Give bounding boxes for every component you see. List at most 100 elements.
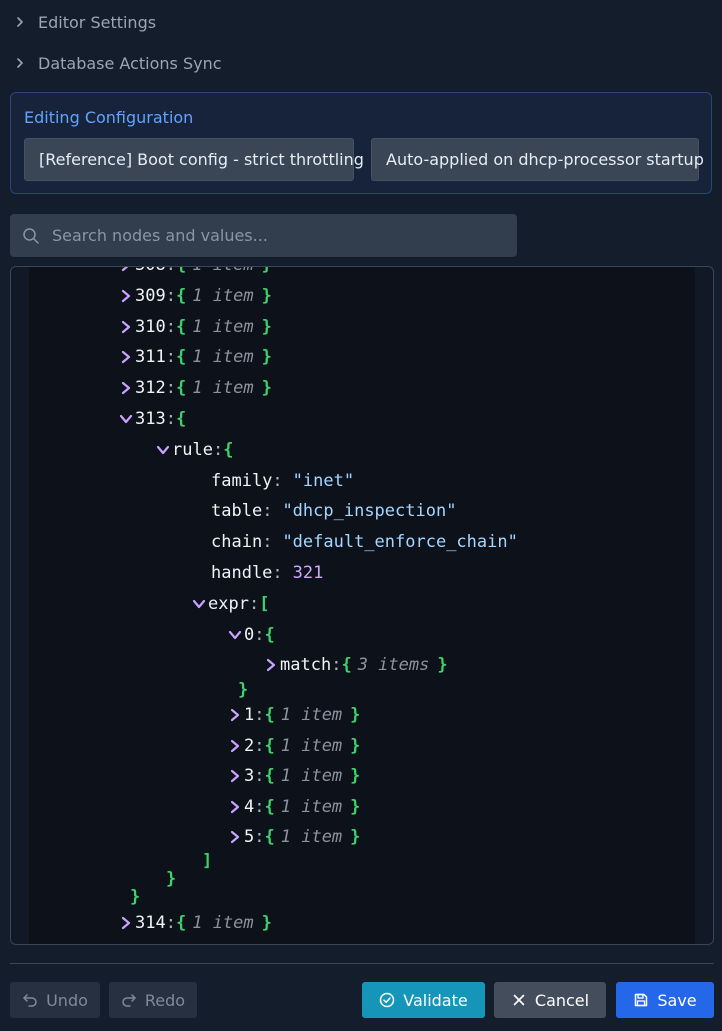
node-colon: : (166, 267, 176, 277)
chevron-down-icon[interactable] (192, 597, 206, 611)
chevron-right-icon[interactable] (119, 289, 133, 303)
search-input[interactable] (50, 225, 494, 246)
save-button[interactable]: Save (616, 982, 714, 1018)
tree-node-311[interactable]: 311:{1 item} (119, 345, 272, 369)
chevron-right-icon[interactable] (119, 320, 133, 334)
tree-node-expr-0[interactable]: 0:{ (228, 623, 275, 647)
chevron-right-icon[interactable] (228, 739, 242, 753)
node-summary: 1 item (280, 797, 343, 817)
node-key: 5 (244, 827, 255, 847)
cancel-button[interactable]: Cancel (494, 982, 606, 1018)
tree-node-expr-5[interactable]: 5:{1 item} (228, 825, 360, 849)
node-key: 4 (244, 797, 255, 817)
tree-close-expr: ] (202, 849, 212, 873)
tree-leaf-handle[interactable]: handle:321 (211, 561, 323, 585)
search-icon (23, 227, 39, 244)
redo-button[interactable]: Redo (109, 982, 197, 1018)
node-summary: 1 item (192, 347, 254, 367)
tree-leaf-table[interactable]: table: "dhcp_inspection" (211, 499, 456, 523)
json-tree-viewport[interactable]: 308:{1 item} 309:{1 item} 310:{1 item} 3… (29, 267, 695, 944)
node-brace-open: { (264, 766, 275, 786)
tree-close-313: } (130, 885, 140, 909)
json-tree-panel[interactable]: 308:{1 item} 309:{1 item} 310:{1 item} 3… (10, 266, 714, 945)
chevron-right-icon[interactable] (119, 350, 133, 364)
leaf-key: chain (211, 532, 263, 552)
validate-button[interactable]: Validate (362, 982, 485, 1018)
json-tree: 308:{1 item} 309:{1 item} 310:{1 item} 3… (29, 267, 695, 944)
chevron-down-icon[interactable] (119, 412, 133, 426)
chevron-right-icon[interactable] (228, 830, 242, 844)
footer-divider (10, 963, 714, 964)
node-summary: 1 item (192, 317, 254, 337)
tree-node-rule[interactable]: rule:{ (156, 438, 233, 462)
save-icon (635, 993, 648, 1007)
leaf-value-number: 321 (292, 563, 324, 583)
node-key: 311 (135, 347, 166, 367)
leaf-key: handle (211, 563, 273, 583)
tree-node-308[interactable]: 308:{1 item} (119, 267, 272, 277)
section-database-actions-sync[interactable]: Database Actions Sync (14, 51, 222, 75)
chevron-down-icon[interactable] (228, 628, 242, 642)
editing-configuration-title: Editing Configuration (24, 108, 194, 127)
node-bracket-close: ] (202, 851, 213, 871)
chevron-right-icon[interactable] (264, 658, 278, 672)
chevron-down-icon[interactable] (156, 443, 170, 457)
section-editor-settings-label: Editor Settings (38, 12, 157, 32)
chevron-right-icon[interactable] (228, 769, 242, 783)
tree-node-313[interactable]: 313:{ (119, 407, 186, 431)
tree-node-expr-2[interactable]: 2:{1 item} (228, 734, 360, 758)
node-brace-open: { (175, 378, 187, 398)
node-summary: 1 item (280, 736, 343, 756)
node-colon: : (165, 286, 176, 306)
chevron-right-icon[interactable] (119, 267, 133, 272)
node-brace-close: } (261, 317, 272, 337)
leaf-key: family (211, 471, 273, 491)
chevron-right-icon (17, 17, 23, 27)
chevron-right-icon[interactable] (119, 916, 133, 930)
undo-button[interactable]: Undo (10, 982, 100, 1018)
tree-node-match[interactable]: match:{3 items} (264, 653, 448, 677)
node-brace-open: { (264, 797, 275, 817)
leaf-key: table (211, 501, 263, 521)
node-summary: 3 items (357, 655, 430, 675)
tree-node-expr-4[interactable]: 4:{1 item} (228, 795, 360, 819)
tree-node-312[interactable]: 312:{1 item} (119, 376, 272, 400)
chevron-right-icon[interactable] (228, 800, 242, 814)
tree-node-expr[interactable]: expr:[ (192, 592, 269, 616)
tree-leaf-family[interactable]: family: "inet" (211, 469, 354, 493)
tree-node-314[interactable]: 314:{1 item} (119, 911, 272, 935)
chevron-right-icon[interactable] (228, 708, 242, 722)
node-brace-open: { (264, 625, 275, 645)
node-brace-open: { (223, 440, 234, 460)
chevron-right-icon[interactable] (119, 381, 133, 395)
tree-node-310[interactable]: 310:{1 item} (119, 315, 272, 339)
node-key: 313 (135, 409, 166, 429)
node-brace-close: } (130, 887, 141, 907)
tree-node-expr-1[interactable]: 1:{1 item} (228, 703, 360, 727)
node-key: 1 (244, 705, 255, 725)
tree-node-309[interactable]: 309:{1 item} (119, 284, 272, 308)
node-brace-open: { (175, 347, 187, 367)
tree-node-expr-3[interactable]: 3:{1 item} (228, 764, 360, 788)
node-summary: 1 item (192, 286, 254, 306)
node-brace-open: { (264, 736, 275, 756)
node-brace-open: { (264, 827, 275, 847)
leaf-value-string: "dhcp_inspection" (282, 501, 457, 521)
close-icon (513, 994, 525, 1006)
node-key: 3 (244, 766, 255, 786)
node-brace-open: { (341, 655, 352, 675)
node-summary: 1 item (280, 705, 343, 725)
leaf-value-string: "default_enforce_chain" (282, 532, 518, 552)
node-colon: : (254, 797, 265, 817)
save-label: Save (657, 990, 697, 1010)
leaf-value-string: "inet" (292, 471, 355, 491)
section-editor-settings[interactable]: Editor Settings (14, 10, 156, 34)
chevron-right-icon (17, 58, 23, 68)
config-description-button[interactable]: Auto-applied on dhcp-processor startup (371, 138, 704, 181)
validate-label: Validate (403, 990, 468, 1010)
config-name-button[interactable]: [Reference] Boot config - strict throttl… (24, 138, 364, 181)
tree-leaf-chain[interactable]: chain: "default_enforce_chain" (211, 530, 518, 554)
leaf-colon: : (262, 532, 273, 552)
node-summary: 1 item (280, 766, 343, 786)
node-brace-close: } (261, 286, 272, 306)
